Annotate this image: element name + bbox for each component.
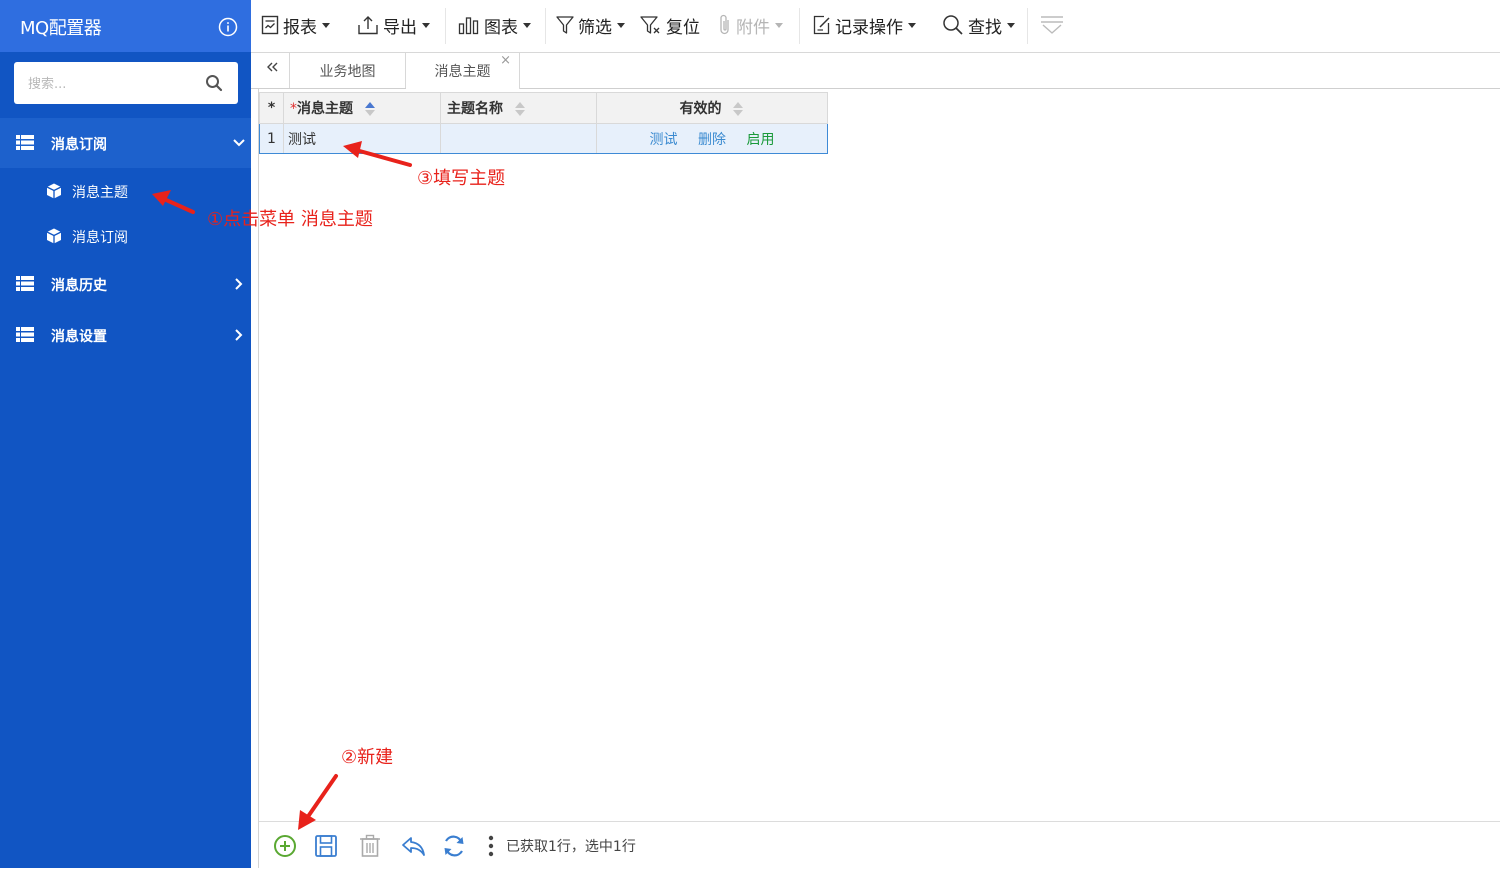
grid-header-row: * *消息主题 主题名称 有效的: [259, 92, 828, 124]
tab-label: 业务地图: [319, 63, 376, 80]
sort-icon[interactable]: [732, 101, 744, 117]
filter-clear-icon: [640, 16, 660, 34]
cell-actions: 测试 删除 启用: [596, 123, 828, 154]
chart-label: 图表: [484, 17, 518, 38]
attachment-label: 附件: [736, 17, 770, 38]
save-icon[interactable]: [313, 833, 339, 859]
cube-icon: [46, 183, 62, 199]
collapse-lines-icon: [1041, 16, 1063, 34]
delete-link[interactable]: 删除: [698, 132, 726, 148]
grid-footer: 已获取1行，选中1行: [259, 821, 1500, 869]
attachment-button[interactable]: 附件: [718, 12, 783, 38]
collapse-toolbar-button[interactable]: [1039, 12, 1069, 38]
list-grid-icon: [16, 327, 34, 342]
search-box: [14, 62, 238, 104]
column-header-active[interactable]: 有效的: [596, 92, 828, 124]
refresh-icon[interactable]: [441, 833, 467, 859]
row-index: 1: [259, 123, 284, 154]
filter-button[interactable]: 筛选: [556, 12, 625, 38]
paperclip-icon: [720, 14, 729, 35]
row-marker-header: *: [259, 92, 284, 124]
sidebar-group-message-subscription[interactable]: 消息订阅: [0, 118, 251, 168]
add-icon[interactable]: [272, 833, 298, 859]
report-button[interactable]: 报表: [261, 12, 330, 38]
toolbar: 报表 导出 图表 筛选 复位 附件 记录操作 查找: [251, 0, 1500, 53]
tab-business-map[interactable]: 业务地图: [290, 53, 406, 88]
cube-icon: [46, 228, 62, 244]
tab-message-topic[interactable]: 消息主题 ×: [406, 53, 520, 89]
annotation-step1: ①点击菜单 消息主题: [207, 209, 373, 230]
sidebar: MQ配置器 消息订阅 消息主题: [0, 0, 251, 868]
bar-chart-icon: [458, 17, 479, 35]
tab-bar: 业务地图 消息主题 ×: [251, 53, 1500, 89]
status-text: 已获取1行，选中1行: [506, 839, 636, 855]
reset-label: 复位: [666, 17, 700, 38]
list-grid-icon: [16, 135, 34, 150]
search-input[interactable]: [26, 71, 200, 97]
collapse-sidebar-button[interactable]: [259, 53, 290, 88]
record-ops-label: 记录操作: [835, 17, 903, 38]
chart-button[interactable]: 图表: [458, 12, 531, 38]
main-panel: * *消息主题 主题名称 有效的 1 测试 测试 删除 启用 已获取1行，选中1…: [258, 89, 1500, 869]
table-row[interactable]: 1 测试 测试 删除 启用: [259, 123, 828, 154]
export-button[interactable]: 导出: [357, 12, 430, 38]
column-header-topic[interactable]: *消息主题: [283, 92, 441, 124]
data-grid: * *消息主题 主题名称 有效的 1 测试 测试 删除 启用: [259, 92, 828, 154]
required-mark: *: [290, 101, 297, 117]
sidebar-item-label: 消息订阅: [72, 230, 128, 246]
sidebar-group-message-settings[interactable]: 消息设置: [0, 310, 251, 360]
sidebar-group-message-history[interactable]: 消息历史: [0, 259, 251, 309]
export-icon: [358, 16, 378, 35]
column-label: 有效的: [679, 101, 722, 117]
find-label: 查找: [968, 17, 1002, 38]
tab-label: 消息主题: [434, 64, 491, 80]
search-icon[interactable]: [205, 74, 223, 92]
report-label: 报表: [283, 17, 317, 38]
more-vertical-icon[interactable]: [478, 833, 504, 859]
enable-link[interactable]: 启用: [746, 132, 774, 148]
report-icon: [261, 15, 279, 35]
app-title: MQ配置器: [20, 18, 102, 39]
list-grid-icon: [16, 276, 34, 291]
trash-icon[interactable]: [357, 833, 383, 859]
column-label: 主题名称: [447, 101, 503, 117]
sidebar-item-label: 消息主题: [72, 185, 128, 201]
close-icon[interactable]: ×: [500, 53, 511, 68]
filter-icon: [556, 16, 574, 34]
reset-filter-button[interactable]: 复位: [640, 12, 700, 38]
cell-topic-name[interactable]: [440, 123, 597, 154]
sidebar-group-label: 消息设置: [51, 329, 107, 345]
magnifier-icon: [943, 15, 963, 35]
sidebar-group-label: 消息订阅: [51, 137, 107, 153]
annotation-step3: ③填写主题: [417, 168, 506, 189]
undo-icon[interactable]: [400, 833, 426, 859]
export-label: 导出: [383, 17, 417, 38]
record-ops-button[interactable]: 记录操作: [813, 12, 916, 38]
double-chevron-left-icon: [267, 62, 278, 72]
find-button[interactable]: 查找: [942, 12, 1015, 38]
column-label: 消息主题: [297, 101, 353, 117]
chevron-right-icon: [235, 278, 243, 290]
sort-asc-icon[interactable]: [364, 101, 376, 117]
sort-icon[interactable]: [514, 101, 526, 117]
app-header: MQ配置器: [0, 0, 251, 52]
cell-topic[interactable]: 测试: [283, 123, 441, 154]
chevron-down-icon: [233, 139, 245, 147]
filter-label: 筛选: [578, 17, 612, 38]
chevron-right-icon: [235, 329, 243, 341]
sidebar-group-label: 消息历史: [51, 278, 107, 294]
edit-document-icon: [813, 15, 830, 35]
annotation-step2: ②新建: [341, 747, 394, 768]
info-icon[interactable]: [218, 17, 238, 37]
column-header-topic-name[interactable]: 主题名称: [440, 92, 597, 124]
test-link[interactable]: 测试: [650, 132, 678, 148]
